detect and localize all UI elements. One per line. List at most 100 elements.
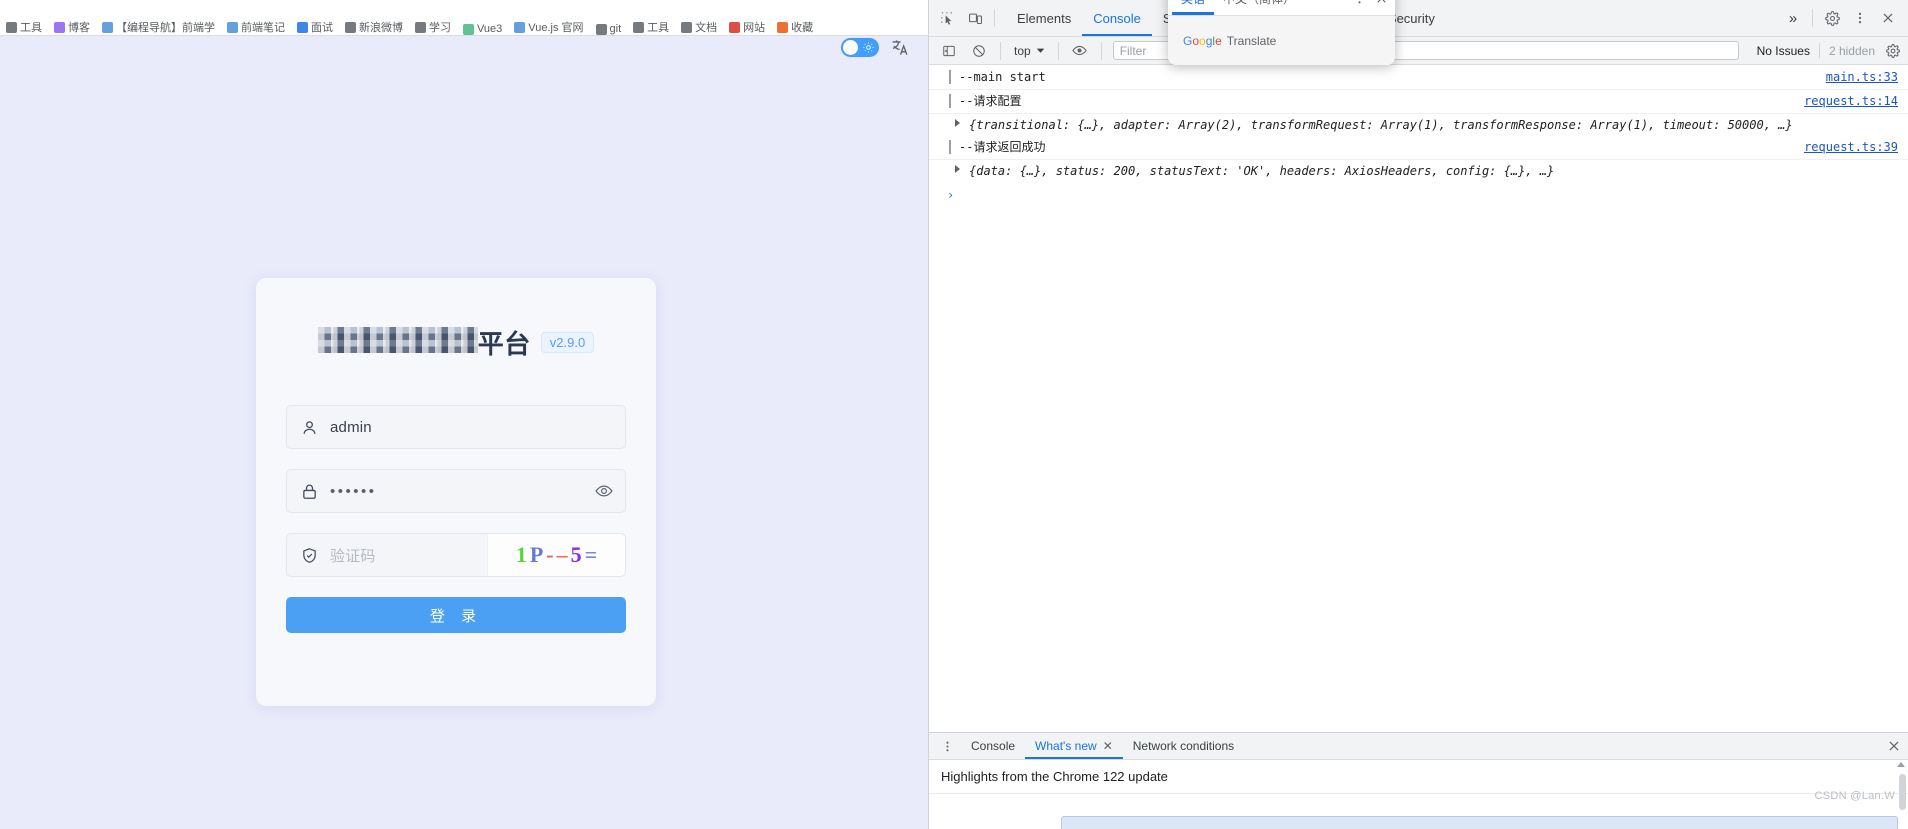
toolbar-divider-3 <box>1000 41 1001 60</box>
kebab-menu-icon[interactable] <box>933 732 961 760</box>
drawer-tabbar: Console What's new ✕ Network conditions <box>929 733 1908 760</box>
screenshot-root: 平台 v2.9.0 admin •••••• 验证码 1 P - –5 = 登 录 工具… <box>0 0 1908 829</box>
drawer-scrollbar[interactable] <box>1897 760 1907 829</box>
console-object-preview: {transitional: {…}, adapter: Array(2), t… <box>969 118 1793 132</box>
bookmark-item[interactable]: 收藏 <box>771 19 819 35</box>
kebab-menu-icon[interactable] <box>1846 4 1874 32</box>
close-icon[interactable]: ✕ <box>1103 739 1113 753</box>
toolbar-divider-2 <box>1812 9 1813 27</box>
web-page-pane: 平台 v2.9.0 admin •••••• 验证码 1 P - –5 = 登 录 工具… <box>0 18 928 829</box>
bookmark-item[interactable]: 博客 <box>48 19 96 35</box>
drawer-tab-console[interactable]: Console <box>961 733 1025 759</box>
console-object-row[interactable]: {data: {…}, status: 200, statusText: 'OK… <box>929 160 1908 182</box>
bookmark-favicon-icon <box>415 21 426 33</box>
translate-branding: Google Translate <box>1168 16 1395 65</box>
console-log-message: --main start <box>959 70 1046 84</box>
console-input-prompt[interactable]: › <box>929 182 1908 202</box>
scroll-up-arrow-icon[interactable] <box>1897 762 1905 767</box>
bookmark-item[interactable]: 工具 <box>0 19 48 35</box>
captcha-char: – <box>556 542 568 567</box>
captcha-char: P <box>529 542 544 567</box>
bookmark-favicon-icon <box>681 21 693 33</box>
login-title-row: 平台 v2.9.0 <box>286 324 626 361</box>
theme-toggle-switch[interactable] <box>841 37 879 57</box>
bookmark-item[interactable]: 网站 <box>723 19 771 35</box>
captcha-placeholder: 验证码 <box>330 547 376 565</box>
eye-icon[interactable] <box>595 482 613 500</box>
bookmark-label: 前端笔记 <box>241 22 285 34</box>
bookmark-item[interactable]: 面试 <box>291 19 339 35</box>
console-log-row: --请求返回成功 request.ts:39 <box>929 136 1908 160</box>
gear-icon[interactable] <box>1818 4 1846 32</box>
translate-tab[interactable]: 英语 <box>1172 0 1214 15</box>
bookmark-item[interactable]: 工具 <box>627 19 675 35</box>
console-object-row[interactable]: {transitional: {…}, adapter: Array(2), t… <box>929 114 1908 136</box>
bookmark-favicon-icon <box>514 21 526 33</box>
expand-arrow-icon[interactable] <box>955 119 960 127</box>
bookmark-label: 学习 <box>429 22 451 34</box>
bookmark-item[interactable]: git <box>590 23 628 35</box>
bookmark-favicon-icon <box>777 21 789 33</box>
console-log-area[interactable]: --main start main.ts:33 --请求配置 request.ts:1… <box>929 66 1908 732</box>
translate-tab[interactable]: 中文（简体） <box>1214 0 1304 15</box>
toolbar-divider-4 <box>1057 41 1059 60</box>
google-brand: Google <box>1183 34 1222 48</box>
console-source-link[interactable]: request.ts:14 <box>1804 93 1898 110</box>
shield-check-icon <box>303 547 316 563</box>
captcha-field[interactable]: 验证码 1 P - –5 = <box>286 533 626 577</box>
drawer-tab-what-s-new[interactable]: What's new ✕ <box>1025 733 1123 759</box>
close-icon[interactable] <box>1371 0 1391 9</box>
captcha-image[interactable]: 1 P - –5 = <box>487 534 625 576</box>
bookmark-item[interactable]: Vue3 <box>457 23 508 35</box>
bookmark-item[interactable]: 学习 <box>409 19 457 35</box>
translate-language-tabs: 英语中文（简体） <box>1168 0 1395 16</box>
console-source-link[interactable]: main.ts:33 <box>1826 69 1898 86</box>
device-toolbar-icon[interactable] <box>961 4 989 32</box>
close-icon[interactable] <box>1880 732 1908 760</box>
password-field[interactable]: •••••• <box>286 469 626 513</box>
translate-icon[interactable] <box>891 38 910 57</box>
drawer-body: Highlights from the Chrome 122 update CS… <box>929 760 1908 829</box>
login-submit-button[interactable]: 登 录 <box>286 597 626 633</box>
console-source-link[interactable]: request.ts:39 <box>1804 139 1898 156</box>
bookmark-favicon-icon <box>345 21 356 33</box>
devtools-tab-elements[interactable]: Elements <box>1006 0 1082 36</box>
devtools-tab-console[interactable]: Console <box>1082 0 1152 36</box>
bookmark-favicon-icon <box>102 21 113 33</box>
bookmark-item[interactable]: 前端笔记 <box>221 19 291 35</box>
bookmark-label: 【编程导航】前端学 <box>116 22 215 34</box>
bookmark-item[interactable]: Vue.js 官网 <box>508 19 589 35</box>
login-card: 平台 v2.9.0 admin •••••• 验证码 1 P - –5 = 登 录 <box>256 278 656 706</box>
kebab-menu-icon[interactable] <box>1349 0 1369 9</box>
bookmark-label: 收藏 <box>791 22 814 34</box>
captcha-char: 1 <box>515 542 527 567</box>
bookmark-favicon-icon <box>463 23 474 35</box>
bookmark-item[interactable]: 【编程导航】前端学 <box>96 19 221 35</box>
clear-console-icon[interactable] <box>965 37 993 65</box>
drawer-tab-label: Network conditions <box>1132 739 1235 753</box>
bookmark-favicon-icon <box>595 23 607 35</box>
bookmark-label: 博客 <box>68 22 90 34</box>
prompt-chevron-icon: › <box>947 188 955 202</box>
bookmarks-bar: 工具 博客 【编程导航】前端学 前端笔记 面试 新浪微博 学习 Vue3 Vue.js 官网 gi… <box>0 18 928 36</box>
drawer-tab-network-conditions[interactable]: Network conditions <box>1123 733 1244 759</box>
toolbar-divider-5 <box>1100 41 1102 60</box>
expand-arrow-icon[interactable] <box>955 165 960 173</box>
tab-overflow-button[interactable]: » <box>1779 4 1807 32</box>
execution-context-select[interactable]: top <box>1008 44 1051 58</box>
bookmark-item[interactable]: 新浪微博 <box>339 19 409 35</box>
console-sidebar-icon[interactable] <box>935 37 963 65</box>
bookmark-favicon-icon <box>227 21 238 33</box>
close-icon[interactable] <box>1874 4 1902 32</box>
inspect-element-icon[interactable] <box>933 4 961 32</box>
scrollbar-thumb[interactable] <box>1899 774 1906 810</box>
whats-new-heading: Highlights from the Chrome 122 update <box>929 760 1908 794</box>
bookmark-item[interactable]: 文档 <box>675 19 723 35</box>
username-field[interactable]: admin <box>286 405 626 449</box>
log-group-marker <box>949 94 951 108</box>
drawer-tabs: Console What's new ✕ Network conditions <box>961 733 1244 759</box>
username-value: admin <box>330 418 372 436</box>
gear-icon[interactable] <box>1884 42 1902 60</box>
no-issues-label[interactable]: No Issues <box>1757 44 1810 58</box>
live-expression-icon[interactable] <box>1066 37 1094 65</box>
